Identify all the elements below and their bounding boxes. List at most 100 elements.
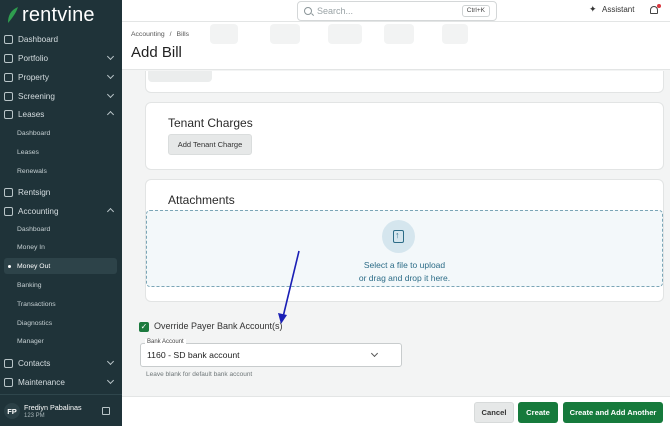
- chevron-down-icon: [106, 52, 115, 61]
- accounting-icon: [4, 206, 13, 216]
- user-name: Frediyn Pabalinas: [24, 403, 82, 412]
- sidebar-item-label: Rentsign: [18, 187, 51, 197]
- chevron-down-icon: [370, 349, 379, 358]
- sidebar-item-contacts[interactable]: Contacts: [0, 354, 122, 372]
- breadcrumb-accounting[interactable]: Accounting: [131, 31, 165, 38]
- sidebar-subitem-leases[interactable]: Leases: [0, 144, 122, 160]
- sidebar-item-accounting[interactable]: Accounting: [0, 202, 122, 220]
- sidebar-item-label: Screening: [18, 91, 55, 101]
- chevron-up-icon: [106, 207, 115, 216]
- sidebar-item-screening[interactable]: Screening: [0, 87, 122, 105]
- form-footer: Cancel Create Create and Add Another: [122, 396, 670, 426]
- sidebar-item-label: Portfolio: [18, 53, 49, 63]
- page-title: Add Bill: [131, 44, 182, 61]
- sidebar-item-leases[interactable]: Leases: [0, 105, 122, 123]
- sidebar-subitem-banking[interactable]: Banking: [0, 277, 122, 293]
- portfolio-icon: [4, 53, 13, 63]
- user-subtitle: 123 PM: [24, 413, 45, 419]
- attachments-card: Attachments Select a file to upload or d…: [145, 179, 664, 302]
- rentvine-leaf-icon: [8, 7, 18, 23]
- dashboard-icon: [4, 34, 13, 44]
- create-button[interactable]: Create: [518, 402, 558, 423]
- chevron-up-icon: [106, 110, 115, 119]
- bank-account-select[interactable]: Bank Account 1160 - SD bank account: [140, 339, 402, 367]
- notification-dot: [657, 4, 661, 8]
- upload-icon: [382, 220, 415, 253]
- sidebar-item-label: Property: [18, 72, 49, 82]
- sidebar-subitem-label: Dashboard: [17, 129, 51, 137]
- ghost-overlay: [210, 24, 238, 44]
- brand-name: rentvine: [22, 3, 95, 26]
- sidebar-item-label: Dashboard: [18, 34, 59, 44]
- override-payer-label[interactable]: Override Payer Bank Account(s): [154, 321, 283, 331]
- sidebar-subitem-leases-dashboard[interactable]: Dashboard: [0, 125, 122, 141]
- dropzone-line1: Select a file to upload: [363, 260, 446, 270]
- sidebar-subitem-label: Money In: [17, 243, 45, 251]
- dropzone-line2: or drag and drop it here.: [358, 273, 451, 283]
- breadcrumb-bills[interactable]: Bills: [177, 31, 189, 38]
- sidebar-subitem-money-in[interactable]: Money In: [0, 239, 122, 255]
- sidebar-item-dashboard[interactable]: Dashboard: [0, 30, 122, 48]
- bank-account-value: 1160 - SD bank account: [147, 350, 240, 360]
- sidebar-item-portfolio[interactable]: Portfolio: [0, 49, 122, 67]
- maintenance-icon: [4, 377, 13, 387]
- sidebar-subitem-label: Leases: [17, 148, 39, 156]
- add-tenant-charge-button[interactable]: Add Tenant Charge: [168, 134, 252, 155]
- sidebar-item-label: Maintenance: [18, 377, 65, 387]
- active-dot-icon: [8, 265, 11, 268]
- rentsign-icon: [4, 187, 13, 197]
- screening-icon: [4, 91, 13, 101]
- sidebar-subitem-manager[interactable]: Manager: [0, 333, 122, 349]
- chevron-down-icon: [106, 376, 115, 385]
- avatar: FP: [4, 403, 20, 419]
- assistant-button[interactable]: ✦ Assistant: [589, 4, 635, 15]
- sidebar-subitem-label: Money Out: [17, 262, 51, 270]
- chevron-down-icon: [106, 71, 115, 80]
- ghost-overlay: [384, 24, 414, 44]
- sidebar-subitem-label: Transactions: [17, 300, 56, 308]
- sidebar-subitem-label: Diagnostics: [17, 319, 53, 327]
- collapse-sidebar-icon[interactable]: [102, 407, 110, 415]
- search-icon: [304, 7, 312, 15]
- ghost-overlay: [328, 24, 362, 44]
- sidebar-subitem-label: Renewals: [17, 167, 47, 175]
- sidebar-user[interactable]: FP Frediyn Pabalinas 123 PM: [0, 394, 122, 426]
- file-dropzone[interactable]: Select a file to upload or drag and drop…: [146, 210, 663, 287]
- leases-icon: [4, 109, 13, 119]
- assistant-label: Assistant: [602, 5, 635, 14]
- cancel-button[interactable]: Cancel: [474, 402, 514, 423]
- sparkle-icon: ✦: [589, 4, 597, 14]
- sidebar-subitem-label: Dashboard: [17, 225, 51, 233]
- tenant-charges-title: Tenant Charges: [168, 116, 253, 130]
- bank-account-label: Bank Account: [145, 339, 186, 345]
- sidebar-subitem-money-out[interactable]: Money Out: [4, 258, 117, 274]
- attachments-title: Attachments: [168, 193, 235, 207]
- create-and-add-another-button[interactable]: Create and Add Another: [563, 402, 663, 423]
- sidebar-subitem-transactions[interactable]: Transactions: [0, 296, 122, 312]
- tenant-charges-card: Tenant Charges Add Tenant Charge: [145, 102, 664, 170]
- sidebar-item-maintenance[interactable]: Maintenance: [0, 373, 122, 391]
- sidebar-subitem-diagnostics[interactable]: Diagnostics: [0, 315, 122, 331]
- contacts-icon: [4, 358, 13, 368]
- cut-off-button[interactable]: [148, 71, 212, 82]
- breadcrumb: Accounting / Bills: [131, 31, 189, 38]
- override-payer-checkbox[interactable]: ✓: [139, 322, 149, 332]
- sidebar-subitem-renewals[interactable]: Renewals: [0, 163, 122, 179]
- sidebar-item-label: Accounting: [18, 206, 59, 216]
- sidebar-item-rentsign[interactable]: Rentsign: [0, 183, 122, 201]
- breadcrumb-separator: /: [169, 31, 172, 38]
- sidebar-subitem-label: Manager: [17, 337, 44, 345]
- ghost-overlay: [442, 24, 468, 44]
- main-content: Tenant Charges Add Tenant Charge Attachm…: [122, 71, 670, 396]
- search-input[interactable]: Search... Ctrl+K: [297, 1, 497, 21]
- sidebar-item-property[interactable]: Property: [0, 68, 122, 86]
- bank-account-help: Leave blank for default bank account: [146, 371, 253, 378]
- rentvine-logo[interactable]: rentvine: [6, 4, 95, 26]
- page-header: Accounting / Bills Add Bill: [122, 22, 670, 70]
- sidebar-item-label: Contacts: [18, 358, 51, 368]
- chevron-down-icon: [106, 357, 115, 366]
- sidebar-subitem-label: Banking: [17, 281, 42, 289]
- top-bar: Search... Ctrl+K ✦ Assistant: [122, 0, 670, 22]
- previous-section-card: [145, 71, 664, 93]
- sidebar-subitem-accounting-dashboard[interactable]: Dashboard: [0, 221, 122, 237]
